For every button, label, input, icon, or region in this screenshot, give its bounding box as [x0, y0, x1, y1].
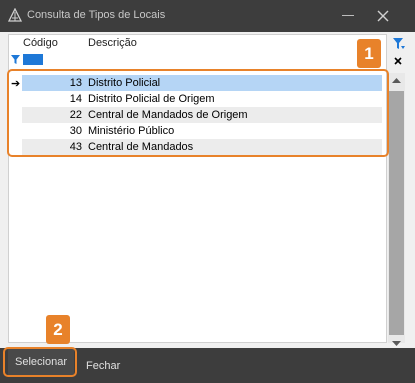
- app-logo-icon: [8, 8, 22, 22]
- window-title: Consulta de Tipos de Locais: [27, 9, 166, 21]
- step-badge-2: 2: [46, 315, 70, 344]
- close-button[interactable]: Fechar: [82, 352, 124, 380]
- column-header-code[interactable]: Código: [23, 37, 58, 49]
- minimize-icon[interactable]: [342, 15, 354, 16]
- filter-options-icon[interactable]: [392, 37, 406, 51]
- filter-input[interactable]: [23, 54, 43, 65]
- scroll-up-icon[interactable]: [391, 75, 402, 86]
- filter-icon[interactable]: [11, 55, 20, 64]
- step-badge-1: 1: [357, 39, 381, 68]
- close-icon[interactable]: [375, 8, 391, 24]
- column-header-description[interactable]: Descrição: [88, 37, 137, 49]
- clear-filter-icon[interactable]: [393, 56, 403, 66]
- scrollbar-thumb[interactable]: [389, 91, 404, 335]
- highlight-box-rows: [7, 69, 389, 157]
- highlight-box-select: [3, 347, 77, 377]
- title-bar: Consulta de Tipos de Locais: [0, 0, 415, 32]
